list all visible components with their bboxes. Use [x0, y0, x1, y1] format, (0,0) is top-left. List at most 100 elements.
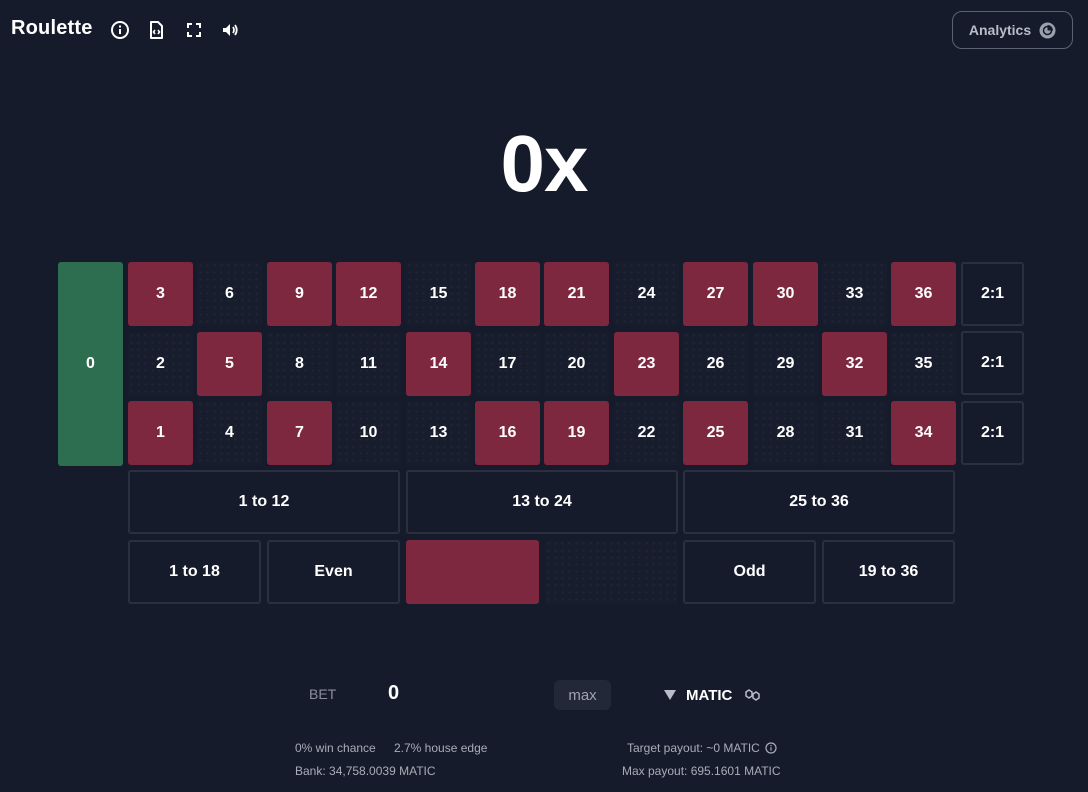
dozen-bet-label: 13 to 24	[512, 493, 572, 510]
info-icon[interactable]	[765, 742, 777, 754]
number-cell-3[interactable]: 3	[128, 262, 193, 326]
number-label: 10	[359, 424, 378, 441]
number-label: 19	[567, 424, 586, 441]
number-cell-7[interactable]: 7	[267, 401, 332, 465]
number-cell-32[interactable]: 32	[822, 332, 887, 396]
number-cell-13[interactable]: 13	[406, 401, 471, 465]
even-bet-button[interactable]: Even	[267, 540, 400, 604]
number-cell-17[interactable]: 17	[475, 332, 540, 396]
number-cell-5[interactable]: 5	[197, 332, 262, 396]
number-cell-22[interactable]: 22	[614, 401, 679, 465]
info-icon[interactable]	[110, 20, 130, 40]
number-cell-9[interactable]: 9	[267, 262, 332, 326]
number-label: 32	[845, 355, 864, 372]
max-payout-text: Max payout: 695.1601 MATIC	[622, 764, 781, 778]
black-bet-button[interactable]	[545, 540, 678, 604]
currency-selector[interactable]: MATIC	[664, 684, 762, 706]
number-cell-20[interactable]: 20	[544, 332, 609, 396]
target-payout-text: Target payout: ~0 MATIC	[627, 741, 760, 755]
number-cell-24[interactable]: 24	[614, 262, 679, 326]
high-bet-label: 19 to 36	[858, 563, 919, 580]
number-label: 4	[225, 424, 234, 441]
analytics-button[interactable]: Analytics	[952, 11, 1073, 49]
number-cell-15[interactable]: 15	[406, 262, 471, 326]
number-label: 13	[429, 424, 448, 441]
number-cell-10[interactable]: 10	[336, 401, 401, 465]
number-label: 17	[498, 355, 517, 372]
dozen-bet-label: 25 to 36	[789, 493, 849, 510]
odd-bet-label: Odd	[733, 563, 766, 580]
number-label: 8	[295, 355, 304, 372]
column-bet-middle[interactable]: 2:1	[961, 331, 1024, 395]
number-cell-19[interactable]: 19	[544, 401, 609, 465]
number-label: 26	[706, 355, 725, 372]
number-cell-18[interactable]: 18	[475, 262, 540, 326]
number-cell-36[interactable]: 36	[891, 262, 956, 326]
number-cell-0[interactable]: 0	[58, 262, 123, 466]
column-bet-label: 2:1	[980, 354, 1005, 371]
number-label: 9	[295, 285, 304, 302]
column-bet-top[interactable]: 2:1	[961, 262, 1024, 326]
number-cell-28[interactable]: 28	[753, 401, 818, 465]
sound-icon[interactable]	[220, 20, 240, 40]
max-bet-button[interactable]: max	[554, 680, 611, 710]
bank-text: Bank: 34,758.0039 MATIC	[295, 764, 436, 778]
bet-amount-input[interactable]: 0	[388, 682, 538, 708]
max-bet-label: max	[568, 686, 597, 704]
win-chance-text: 0% win chance	[295, 741, 376, 755]
number-label: 29	[776, 355, 795, 372]
number-label: 24	[637, 285, 656, 302]
number-label: 16	[498, 424, 517, 441]
number-cell-26[interactable]: 26	[683, 332, 748, 396]
target-payout-row: Target payout: ~0 MATIC	[627, 741, 777, 755]
number-cell-33[interactable]: 33	[822, 262, 887, 326]
number-label: 20	[567, 355, 586, 372]
number-cell-16[interactable]: 16	[475, 401, 540, 465]
number-cell-23[interactable]: 23	[614, 332, 679, 396]
number-cell-4[interactable]: 4	[197, 401, 262, 465]
number-label: 27	[706, 285, 725, 302]
number-label: 12	[359, 285, 378, 302]
number-cell-14[interactable]: 14	[406, 332, 471, 396]
number-label: 33	[845, 285, 864, 302]
high-bet-button[interactable]: 19 to 36	[822, 540, 955, 604]
polygon-matic-icon	[744, 687, 762, 703]
dozen-bet-second[interactable]: 13 to 24	[406, 470, 678, 534]
currency-label: MATIC	[686, 686, 733, 704]
dozen-bet-third[interactable]: 25 to 36	[683, 470, 955, 534]
number-cell-21[interactable]: 21	[544, 262, 609, 326]
number-cell-29[interactable]: 29	[753, 332, 818, 396]
number-label: 21	[567, 285, 586, 302]
fullscreen-icon[interactable]	[184, 20, 204, 40]
analytics-label: Analytics	[968, 22, 1032, 38]
number-cell-2[interactable]: 2	[128, 332, 193, 396]
number-label: 36	[914, 285, 933, 302]
number-cell-6[interactable]: 6	[197, 262, 262, 326]
number-cell-31[interactable]: 31	[822, 401, 887, 465]
number-cell-12[interactable]: 12	[336, 262, 401, 326]
number-cell-1[interactable]: 1	[128, 401, 193, 465]
chevron-down-icon	[664, 690, 676, 700]
number-label: 6	[225, 285, 234, 302]
column-bet-label: 2:1	[980, 285, 1005, 302]
even-bet-label: Even	[314, 563, 353, 580]
number-cell-8[interactable]: 8	[267, 332, 332, 396]
number-cell-35[interactable]: 35	[891, 332, 956, 396]
red-bet-button[interactable]	[406, 540, 539, 604]
number-label: 5	[225, 355, 234, 372]
number-cell-27[interactable]: 27	[683, 262, 748, 326]
column-bet-bottom[interactable]: 2:1	[961, 401, 1024, 465]
number-cell-30[interactable]: 30	[753, 262, 818, 326]
odd-bet-button[interactable]: Odd	[683, 540, 816, 604]
bet-label: BET	[309, 686, 337, 702]
dozen-bet-first[interactable]: 1 to 12	[128, 470, 400, 534]
number-label: 2	[156, 355, 165, 372]
column-bet-label: 2:1	[980, 424, 1005, 441]
number-label: 18	[498, 285, 517, 302]
number-cell-34[interactable]: 34	[891, 401, 956, 465]
house-edge-text: 2.7% house edge	[394, 741, 488, 755]
low-bet-button[interactable]: 1 to 18	[128, 540, 261, 604]
number-cell-25[interactable]: 25	[683, 401, 748, 465]
number-cell-11[interactable]: 11	[336, 332, 401, 396]
fairness-document-icon[interactable]	[146, 20, 166, 40]
